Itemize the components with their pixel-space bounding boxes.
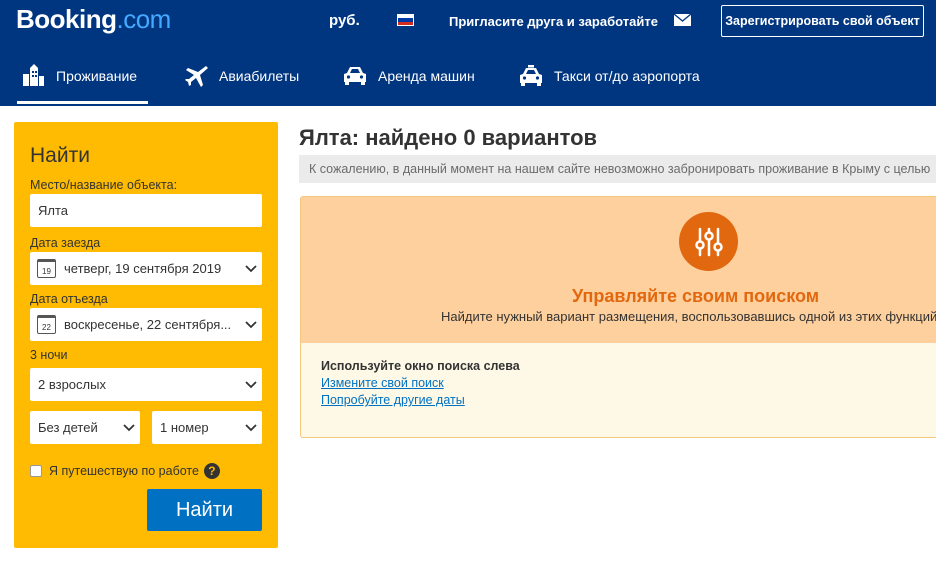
search-submit-button[interactable]: Найти	[147, 489, 262, 531]
taxi-icon	[520, 65, 542, 86]
business-travel-checkbox[interactable]	[30, 465, 42, 477]
children-select[interactable]: Без детей	[30, 411, 140, 444]
manage-search-header: Управляйте своим поиском Найдите нужный …	[301, 197, 936, 343]
business-travel-label: Я путешествую по работе	[49, 464, 199, 478]
register-property-button[interactable]: Зарегистрировать свой объект	[721, 5, 924, 37]
bed-icon	[23, 64, 44, 86]
filter-sliders-icon	[679, 212, 738, 271]
chevron-down-icon	[240, 380, 262, 389]
checkout-label: Дата отъезда	[30, 292, 108, 306]
tab-airport-taxi[interactable]: Такси от/до аэропорта	[518, 62, 700, 90]
manage-search-title: Управляйте своим поиском	[572, 286, 820, 306]
adults-value: 2 взрослых	[38, 377, 106, 392]
destination-label: Место/название объекта:	[30, 178, 178, 192]
chevron-down-icon	[240, 264, 262, 273]
tab-label: Такси от/до аэропорта	[554, 68, 700, 84]
destination-input[interactable]: Ялта	[30, 194, 262, 227]
invite-friend-link[interactable]: Пригласите друга и заработайте	[449, 14, 658, 29]
tab-label: Авиабилеты	[219, 68, 300, 84]
help-icon[interactable]: ?	[203, 463, 220, 479]
chevron-down-icon	[240, 320, 262, 329]
change-search-link[interactable]: Измените свой поиск	[321, 376, 444, 390]
top-header: Booking.com руб. Пригласите друга и зара…	[0, 0, 936, 106]
tab-accommodation[interactable]: Проживание	[20, 62, 137, 90]
chevron-down-icon	[240, 423, 262, 432]
manage-search-box: Управляйте своим поиском Найдите нужный …	[300, 196, 936, 438]
search-panel-title: Найти	[30, 144, 90, 167]
tips-heading: Используйте окно поиска слева	[321, 359, 520, 373]
nights-count: 3 ночи	[30, 348, 68, 362]
calendar-icon: 22	[37, 315, 56, 334]
tab-label: Проживание	[56, 68, 138, 84]
tab-label: Аренда машин	[378, 68, 475, 84]
try-other-dates-link[interactable]: Попробуйте другие даты	[321, 393, 465, 407]
booking-logo[interactable]: Booking.com	[16, 4, 171, 35]
search-panel: Найти Место/название объекта: Ялта Дата …	[14, 122, 278, 548]
manage-search-subtitle: Найдите нужный вариант размещения, воспо…	[441, 309, 936, 324]
crimea-notice-banner: К сожалению, в данный момент на нашем са…	[299, 155, 936, 183]
destination-value: Ялта	[38, 203, 69, 218]
tab-car-rental[interactable]: Аренда машин	[342, 62, 475, 90]
mail-icon[interactable]	[674, 14, 691, 26]
plane-icon	[185, 66, 208, 87]
business-travel-option: Я путешествую по работе ?	[30, 463, 220, 479]
chevron-down-icon	[118, 423, 140, 432]
currency-selector[interactable]: руб.	[329, 12, 360, 29]
rooms-value: 1 номер	[160, 420, 209, 435]
language-flag-icon[interactable]	[397, 14, 414, 26]
flag-stripe-red	[398, 21, 413, 25]
active-tab-indicator	[17, 101, 148, 104]
checkin-value: четверг, 19 сентября 2019	[64, 261, 222, 276]
calendar-icon: 19	[37, 259, 56, 278]
checkout-value: воскресенье, 22 сентября...	[64, 317, 232, 332]
adults-select[interactable]: 2 взрослых	[30, 368, 262, 401]
tab-flights[interactable]: Авиабилеты	[185, 62, 299, 90]
children-value: Без детей	[38, 420, 98, 435]
logo-suffix: .com	[116, 4, 172, 34]
checkin-label: Дата заезда	[30, 236, 101, 250]
checkin-date-field[interactable]: 19 четверг, 19 сентября 2019	[30, 252, 262, 285]
checkout-date-field[interactable]: 22 воскресенье, 22 сентября...	[30, 308, 262, 341]
results-title: Ялта: найдено 0 вариантов	[299, 125, 598, 150]
car-icon	[344, 67, 366, 85]
logo-main: Booking	[16, 4, 117, 34]
rooms-select[interactable]: 1 номер	[152, 411, 262, 444]
